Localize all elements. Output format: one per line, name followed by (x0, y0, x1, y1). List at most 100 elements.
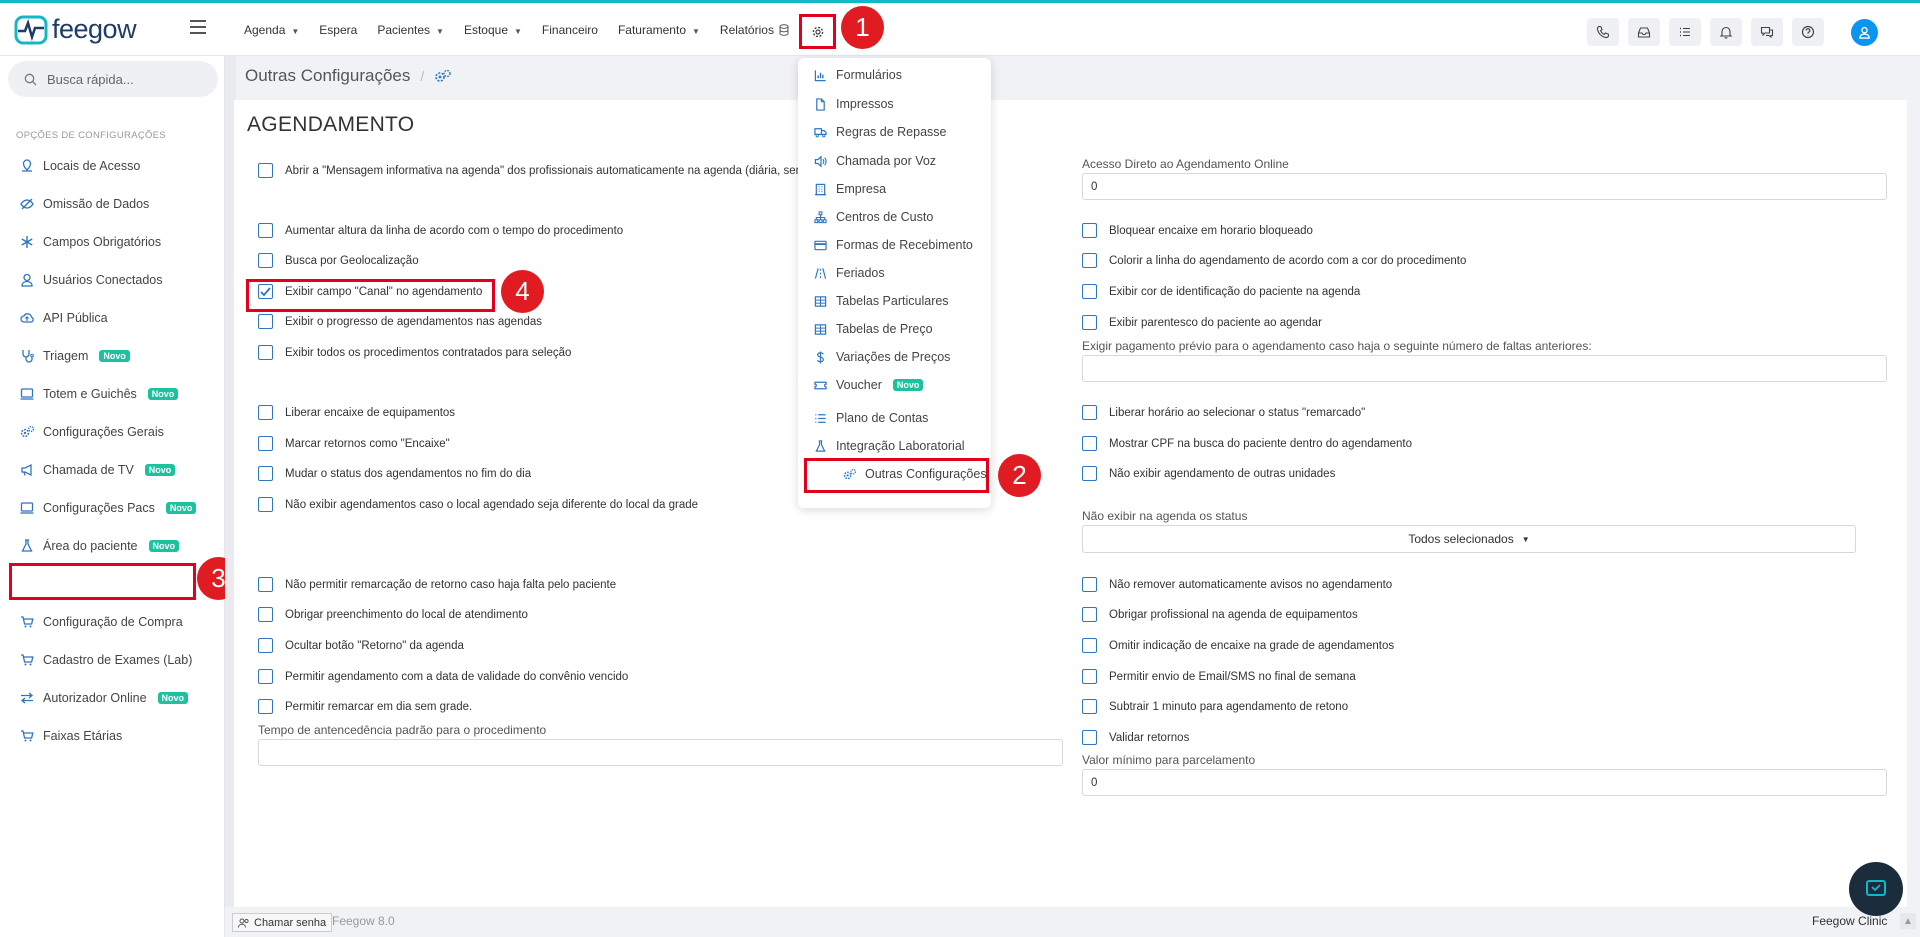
nav-item-relatórios[interactable]: Relatórios (720, 23, 774, 37)
dropdown-item-centros-de-custo[interactable]: Centros de Custo (814, 206, 933, 228)
checkbox[interactable] (1082, 730, 1097, 745)
sidebar-item-configura-es-gerais[interactable]: Configurações Gerais (20, 421, 164, 443)
checkbox[interactable] (258, 253, 273, 268)
dropdown-item-integra-o-laboratorial[interactable]: Integração Laboratorial (814, 435, 965, 457)
acesso-direto-input[interactable]: 0 (1082, 173, 1887, 200)
checkbox[interactable] (258, 163, 273, 178)
bell-button[interactable] (1710, 18, 1742, 46)
menu-toggle-icon[interactable] (190, 20, 206, 38)
checkbox[interactable] (1082, 315, 1097, 330)
checkbox[interactable] (258, 577, 273, 592)
setting-checkbox-row[interactable]: Aumentar altura da linha de acordo com o… (258, 223, 623, 238)
sidebar-item-campos-obrigat-rios[interactable]: Campos Obrigatórios (20, 231, 161, 253)
setting-checkbox-row[interactable]: Ocultar botão "Retorno" da agenda (258, 638, 464, 653)
dropdown-item-tabelas-particulares[interactable]: Tabelas Particulares (814, 290, 949, 312)
nav-item-financeiro[interactable]: Financeiro (542, 23, 598, 37)
nao-exibir-status-select[interactable]: Todos selecionados ▼ (1082, 525, 1856, 553)
setting-checkbox-row[interactable]: Exibir o progresso de agendamentos nas a… (258, 314, 542, 329)
valor-minimo-input[interactable]: 0 (1082, 769, 1887, 796)
phone-button[interactable] (1587, 18, 1619, 46)
setting-checkbox-row[interactable]: Não permitir remarcação de retorno caso … (258, 577, 616, 592)
checkbox[interactable] (258, 669, 273, 684)
inbox-button[interactable] (1628, 18, 1660, 46)
setting-checkbox-row[interactable]: Obrigar profissional na agenda de equipa… (1082, 607, 1358, 622)
checkbox[interactable] (1082, 577, 1097, 592)
setting-checkbox-row[interactable]: Validar retornos (1082, 730, 1189, 745)
sidebar-item-configura-o-de-compra[interactable]: Configuração de Compra (20, 611, 183, 633)
checkbox[interactable] (258, 638, 273, 653)
checkbox[interactable] (1082, 223, 1097, 238)
avatar[interactable] (1851, 18, 1878, 46)
nav-item-estoque[interactable]: Estoque ▼ (464, 23, 522, 37)
chat-button[interactable] (1751, 18, 1783, 46)
setting-checkbox-row[interactable]: Exibir cor de identificação do paciente … (1082, 284, 1360, 299)
nav-item-pacientes[interactable]: Pacientes ▼ (377, 23, 444, 37)
setting-checkbox-row[interactable]: Permitir envio de Email/SMS no final de … (1082, 669, 1356, 684)
setting-checkbox-row[interactable]: Não exibir agendamento de outras unidade… (1082, 466, 1335, 481)
chamar-senha-button[interactable]: Chamar senha (232, 913, 333, 932)
setting-checkbox-row[interactable]: Busca por Geolocalização (258, 253, 419, 268)
checkbox[interactable] (1082, 253, 1097, 268)
settings-gear-button[interactable] (799, 14, 836, 49)
list-button[interactable] (1669, 18, 1701, 46)
dropdown-item-feriados[interactable]: Feriados (814, 262, 885, 284)
checkbox[interactable] (258, 436, 273, 451)
sidebar-item-usu-rios-conectados[interactable]: Usuários Conectados (20, 269, 163, 291)
nav-item-agenda[interactable]: Agenda ▼ (244, 23, 299, 37)
help-button[interactable] (1792, 18, 1824, 46)
checkbox[interactable] (258, 497, 273, 512)
exigir-pagamento-input[interactable] (1082, 355, 1887, 382)
sidebar-item-autorizador-online[interactable]: Autorizador Online Novo (20, 687, 189, 709)
setting-checkbox-row[interactable]: Subtrair 1 minuto para agendamento de re… (1082, 699, 1348, 714)
sidebar-item-triagem[interactable]: Triagem Novo (20, 345, 130, 367)
setting-checkbox-row[interactable]: Bloquear encaixe em horario bloqueado (1082, 223, 1313, 238)
checkbox[interactable] (1082, 669, 1097, 684)
dropdown-item-plano-de-contas[interactable]: Plano de Contas (814, 407, 928, 429)
checkbox[interactable] (1082, 405, 1097, 420)
dropdown-item-formas-de-recebimento[interactable]: Formas de Recebimento (814, 234, 973, 256)
setting-checkbox-row[interactable]: Mostrar CPF na busca do paciente dentro … (1082, 436, 1412, 451)
setting-checkbox-row[interactable]: Liberar horário ao selecionar o status "… (1082, 405, 1365, 420)
nav-item-faturamento[interactable]: Faturamento ▼ (618, 23, 700, 37)
checkbox[interactable] (1082, 284, 1097, 299)
checkbox[interactable] (258, 466, 273, 481)
setting-checkbox-row[interactable]: Mudar o status dos agendamentos no fim d… (258, 466, 531, 481)
setting-checkbox-row[interactable]: Exibir todos os procedimentos contratado… (258, 345, 571, 360)
checkbox[interactable] (1082, 638, 1097, 653)
setting-checkbox-row[interactable]: Liberar encaixe de equipamentos (258, 405, 455, 420)
checkbox[interactable] (258, 223, 273, 238)
setting-checkbox-row[interactable]: Abrir a "Mensagem informativa na agenda"… (258, 163, 805, 178)
nav-item-espera[interactable]: Espera (319, 23, 357, 37)
sidebar-item-cadastro-de-exames-lab-[interactable]: Cadastro de Exames (Lab) (20, 649, 192, 671)
scroll-up-icon[interactable]: ▲ (1900, 913, 1916, 929)
checkbox[interactable] (258, 314, 273, 329)
dropdown-item-chamada-por-voz[interactable]: Chamada por Voz (814, 150, 936, 172)
setting-checkbox-row[interactable]: Não exibir agendamentos caso o local age… (258, 497, 698, 512)
setting-checkbox-row[interactable]: Marcar retornos como "Encaixe" (258, 436, 450, 451)
tempo-antecedencia-input[interactable] (258, 739, 1063, 766)
sidebar-item-faixas-et-rias[interactable]: Faixas Etárias (20, 725, 122, 747)
sidebar-item-totem-e-guich-s[interactable]: Totem e Guichês Novo (20, 383, 179, 405)
sidebar-item-api-p-blica[interactable]: API Pública (20, 307, 108, 329)
checkbox[interactable] (258, 699, 273, 714)
dropdown-item-regras-de-repasse[interactable]: Regras de Repasse (814, 121, 946, 143)
sidebar-item-locais-de-acesso[interactable]: Locais de Acesso (20, 155, 140, 177)
sidebar-item-configura-es-pacs[interactable]: Configurações Pacs Novo (20, 497, 197, 519)
dropdown-item-varia-es-de-pre-os[interactable]: Variações de Preços (814, 346, 950, 368)
checkbox[interactable] (1082, 466, 1097, 481)
help-chat-button[interactable] (1849, 862, 1903, 916)
dropdown-item-voucher[interactable]: Voucher Novo (814, 374, 924, 396)
dropdown-item-tabelas-de-pre-o[interactable]: Tabelas de Preço (814, 318, 933, 340)
setting-checkbox-row[interactable]: Permitir agendamento com a data de valid… (258, 669, 628, 684)
checkbox[interactable] (258, 405, 273, 420)
checkbox[interactable] (258, 345, 273, 360)
setting-checkbox-row[interactable]: Omitir indicação de encaixe na grade de … (1082, 638, 1394, 653)
dropdown-item-empresa[interactable]: Empresa (814, 178, 886, 200)
logo[interactable]: feegow (14, 14, 137, 45)
dropdown-item-formul-rios[interactable]: Formulários (814, 64, 902, 86)
checkbox[interactable] (1082, 699, 1097, 714)
checkbox[interactable] (258, 607, 273, 622)
search-box[interactable]: Busca rápida... (8, 61, 218, 97)
sidebar-item-omiss-o-de-dados[interactable]: Omissão de Dados (20, 193, 149, 215)
sidebar-item--rea-do-paciente[interactable]: Área do paciente Novo (20, 535, 180, 557)
